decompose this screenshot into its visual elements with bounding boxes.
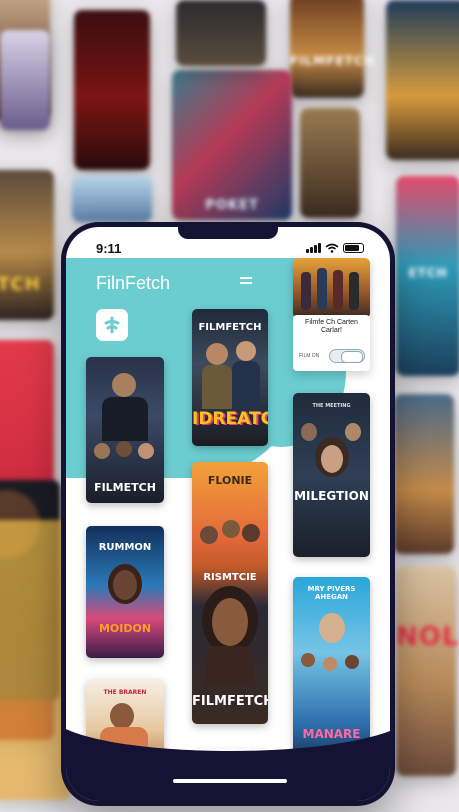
poster-right-low-title: MANARE: [302, 727, 361, 741]
bg-poster-left-blue: [0, 30, 50, 130]
status-icons: [306, 243, 364, 253]
wifi-icon: [325, 243, 339, 253]
film-toggle-card: Filmfe Ch Carten Carlar! FILM ON: [293, 315, 370, 371]
poster-center-top[interactable]: FILMFETCH IDREATCI: [192, 309, 268, 446]
poster-right-mid-header: THE MEETING: [312, 403, 351, 409]
poster-left-mid[interactable]: RUMMON MOIDON: [86, 526, 164, 658]
bg-poster-warm: [300, 108, 360, 218]
filmfetch-logo-button[interactable]: [96, 309, 128, 341]
bg-poster-right-film-title: NOL: [396, 622, 459, 652]
bg-poster-soldiers: FILMFETCH: [290, 0, 375, 98]
signal-icon: [306, 243, 321, 253]
poster-left-low-header: THE BRAREN: [103, 689, 147, 696]
poster-right-low-header: MRY PIVERS AHEGAN: [307, 585, 356, 601]
poster-right-mid-title: MILEGTION: [294, 489, 369, 503]
phone-frame: 9:11 FilnFetch FILMFETCH IDREATC Filmfe …: [61, 222, 395, 806]
bg-poster-dark-mid: [176, 0, 266, 66]
poster-center-top-header: FILMFETCH: [198, 322, 262, 333]
poster-center-mid[interactable]: FLONIE RISMTCIE FILMFETCH: [192, 462, 268, 724]
bg-poster-left-fetch-title: TCH: [0, 274, 41, 295]
bg-poster-robot: POKET: [172, 70, 292, 220]
poster-center-mid-subtitle: RISMTCIE: [203, 572, 257, 583]
phone-notch: [178, 227, 278, 239]
bg-poster-soldiers-title: FILMFETCH: [290, 54, 375, 68]
bg-poster-left-fetch: TCH: [0, 170, 54, 320]
bg-poster-right-film: NOL: [396, 566, 459, 776]
phone-screen: 9:11 FilnFetch FILMFETCH IDREATC Filmfe …: [66, 227, 390, 801]
toggle-label: FILM ON: [299, 353, 320, 359]
status-time: 9:11: [96, 240, 122, 256]
poster-right-mid[interactable]: THE MEETING MILEGTION: [293, 393, 370, 557]
poster-right-top[interactable]: [293, 258, 370, 318]
hamburger-icon[interactable]: [240, 277, 252, 287]
bg-poster-mid-blue: [72, 176, 152, 222]
app-title: FilnFetch: [96, 273, 171, 293]
toggle-row: FILM ON: [299, 349, 365, 363]
bg-poster-right-family: [394, 394, 454, 554]
bg-poster-left-yellow: [0, 520, 70, 800]
bg-poster-robot-title: POKET: [205, 198, 259, 213]
poster-center-mid-header: FLONIE: [207, 474, 253, 487]
filmfetch-logo-icon: [104, 316, 120, 334]
poster-left-mid-title: MOIDON: [98, 622, 152, 635]
poster-left-top-title: FILMETCH: [94, 481, 156, 494]
poster-center-mid-title: FILMFETCH: [192, 694, 268, 709]
bg-poster-right-shark-title: ETCH: [408, 266, 448, 280]
battery-icon: [343, 243, 364, 253]
status-bar: 9:11: [96, 239, 364, 257]
poster-left-mid-header: RUMMON: [98, 542, 152, 553]
poster-center-top-title: IDREATCI: [192, 409, 268, 429]
bg-poster-right-shark: ETCH: [396, 176, 459, 376]
film-toggle-switch[interactable]: [329, 349, 365, 363]
bg-poster-dark-red: [74, 10, 150, 170]
bg-poster-top-right: [386, 0, 459, 160]
poster-left-top[interactable]: RYNE HACK FILMETCH: [86, 357, 164, 503]
film-toggle-card-title: Filmfe Ch Carten Carlar!: [305, 319, 358, 334]
home-indicator[interactable]: [173, 779, 287, 783]
poster-right-low[interactable]: MRY PIVERS AHEGAN MANARE: [293, 577, 370, 765]
